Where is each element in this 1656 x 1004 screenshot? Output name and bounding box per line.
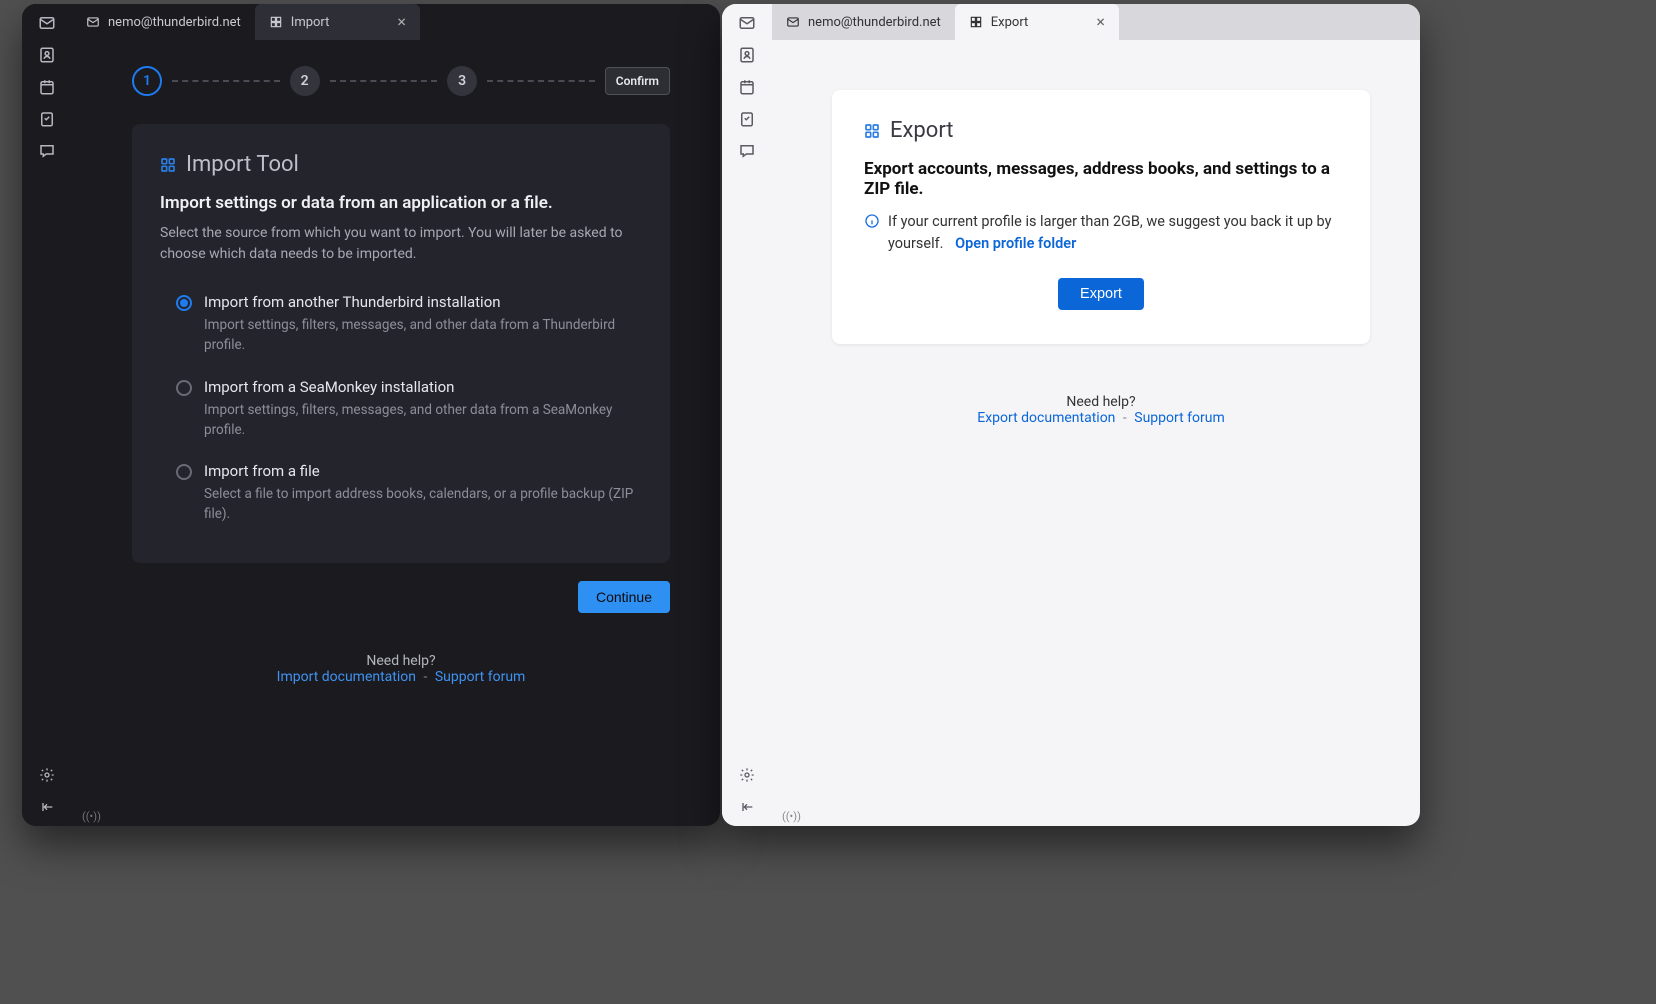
continue-button[interactable]: Continue [578,581,670,613]
support-forum-link[interactable]: Support forum [1134,410,1224,426]
calendar-icon[interactable] [38,78,56,96]
close-icon[interactable]: × [1096,14,1105,30]
tasks-icon[interactable] [738,110,756,128]
settings-icon[interactable] [38,766,56,784]
tab-account[interactable]: nemo@thunderbird.net [772,4,955,40]
tab-export[interactable]: Export × [955,4,1119,40]
step-line [487,80,595,82]
collapse-icon[interactable] [38,798,56,816]
import-content: 1 2 3 Confirm Import Tool Import setting… [72,40,720,806]
need-help-label: Need help? [832,394,1370,410]
chat-icon[interactable] [738,142,756,160]
tab-strip: nemo@thunderbird.net Import × [22,4,720,40]
option-desc: Select a file to import address books, c… [204,484,642,525]
radio-icon[interactable] [176,464,192,480]
mail-account-icon [786,15,800,29]
step-3: 3 [447,66,477,96]
option-desc: Import settings, filters, messages, and … [204,315,642,356]
grid-icon [160,157,176,173]
export-content: Export Export accounts, messages, addres… [772,40,1420,806]
card-title: Import Tool [186,152,299,177]
option-seamonkey[interactable]: Import from a SeaMonkey installation Imp… [160,378,642,441]
option-label: Import from a SeaMonkey installation [204,378,642,396]
import-window: nemo@thunderbird.net Import × 1 2 3 Conf… [22,4,720,826]
card-title: Export [890,118,954,143]
tasks-icon[interactable] [38,110,56,128]
sidebar [22,4,72,826]
open-profile-folder-link[interactable]: Open profile folder [955,235,1076,252]
option-label: Import from a file [204,462,642,480]
addressbook-icon[interactable] [738,46,756,64]
step-confirm: Confirm [605,67,670,95]
import-tab-icon [269,15,283,29]
sync-icon: ((•)) [82,810,101,823]
radio-icon[interactable] [176,380,192,396]
grid-icon [864,123,880,139]
import-card: Import Tool Import settings or data from… [132,124,670,563]
tab-strip: nemo@thunderbird.net Export × [722,4,1420,40]
card-subtitle: Import settings or data from an applicat… [160,193,642,213]
export-card: Export Export accounts, messages, addres… [832,90,1370,344]
option-file[interactable]: Import from a file Select a file to impo… [160,462,642,525]
addressbook-icon[interactable] [38,46,56,64]
step-line [172,80,280,82]
status-bar: ((•)) [772,806,822,826]
separator: - [423,669,427,685]
tab-label: nemo@thunderbird.net [108,15,241,30]
card-subtitle: Export accounts, messages, address books… [864,159,1338,199]
tab-label: Import [291,15,330,30]
calendar-icon[interactable] [738,78,756,96]
close-icon[interactable]: × [397,14,406,30]
sync-icon: ((•)) [782,810,801,823]
need-help-label: Need help? [132,653,670,669]
step-line [330,80,438,82]
mail-icon[interactable] [38,14,56,32]
sidebar [722,4,772,826]
separator: - [1123,410,1127,426]
chat-icon[interactable] [38,142,56,160]
step-1: 1 [132,66,162,96]
import-doc-link[interactable]: Import documentation [277,669,416,685]
card-desc: Select the source from which you want to… [160,223,642,265]
tab-import[interactable]: Import × [255,4,420,40]
mail-account-icon [86,15,100,29]
option-desc: Import settings, filters, messages, and … [204,400,642,441]
support-forum-link[interactable]: Support forum [435,669,525,685]
help-block: Need help? Import documentation - Suppor… [132,653,670,685]
settings-icon[interactable] [738,766,756,784]
tab-account[interactable]: nemo@thunderbird.net [72,4,255,40]
tab-label: nemo@thunderbird.net [808,15,941,30]
info-icon [864,213,880,229]
export-doc-link[interactable]: Export documentation [977,410,1115,426]
stepper: 1 2 3 Confirm [132,66,670,96]
step-2: 2 [290,66,320,96]
mail-icon[interactable] [738,14,756,32]
notice: If your current profile is larger than 2… [864,211,1338,256]
tab-label: Export [991,15,1029,30]
status-bar: ((•)) [72,806,122,826]
export-tab-icon [969,15,983,29]
option-thunderbird[interactable]: Import from another Thunderbird installa… [160,293,642,356]
option-label: Import from another Thunderbird installa… [204,293,642,311]
export-window: nemo@thunderbird.net Export × Export Exp… [722,4,1420,826]
radio-icon[interactable] [176,295,192,311]
help-block: Need help? Export documentation - Suppor… [832,394,1370,426]
collapse-icon[interactable] [738,798,756,816]
export-button[interactable]: Export [1058,278,1144,310]
